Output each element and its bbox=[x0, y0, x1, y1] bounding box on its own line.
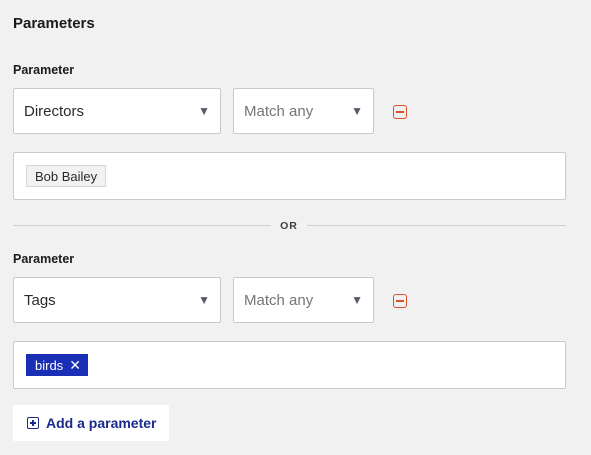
field-select-1[interactable]: Directors ▼ bbox=[13, 88, 221, 134]
chevron-down-icon: ▼ bbox=[198, 293, 210, 307]
add-parameter-label: Add a parameter bbox=[46, 415, 157, 431]
close-icon[interactable]: ✕ bbox=[69, 358, 81, 372]
field-select-value: Directors bbox=[24, 102, 85, 120]
value-chip-label: Bob Bailey bbox=[35, 168, 98, 184]
values-box-1[interactable]: Bob Bailey bbox=[13, 152, 566, 200]
match-select-1[interactable]: Match any ▼ bbox=[233, 88, 374, 134]
field-select-value: Tags bbox=[24, 291, 56, 309]
parameter-label-2: Parameter bbox=[13, 252, 75, 266]
remove-parameter-button-2[interactable] bbox=[393, 294, 407, 308]
field-select-2[interactable]: Tags ▼ bbox=[13, 277, 221, 323]
value-chip-selected[interactable]: birds ✕ bbox=[26, 354, 88, 376]
plus-square-icon bbox=[27, 417, 39, 429]
value-chip-label: birds bbox=[35, 357, 64, 373]
remove-parameter-button-1[interactable] bbox=[393, 105, 407, 119]
chevron-down-icon: ▼ bbox=[351, 293, 363, 307]
match-select-2[interactable]: Match any ▼ bbox=[233, 277, 374, 323]
or-separator: OR bbox=[271, 221, 307, 231]
value-chip[interactable]: Bob Bailey bbox=[26, 165, 107, 187]
chevron-down-icon: ▼ bbox=[198, 104, 210, 118]
values-box-2[interactable]: birds ✕ bbox=[13, 341, 566, 389]
section-title: Parameters bbox=[13, 15, 95, 32]
parameter-label-1: Parameter bbox=[13, 63, 75, 77]
chevron-down-icon: ▼ bbox=[351, 104, 363, 118]
add-parameter-button[interactable]: Add a parameter bbox=[13, 405, 169, 441]
